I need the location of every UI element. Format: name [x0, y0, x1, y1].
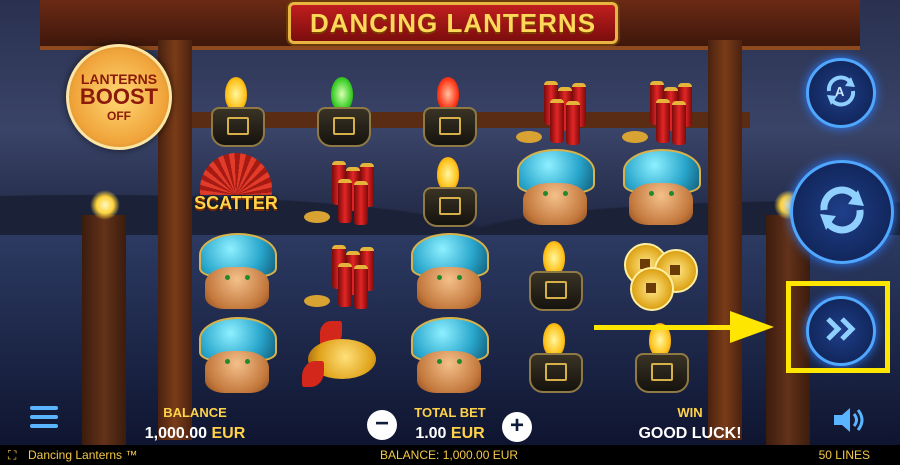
post-light-left [90, 190, 120, 220]
symbol-scatter-fan: SCATTER [186, 148, 286, 228]
boost-line-2: BOOST [79, 84, 159, 109]
balance-label: BALANCE [163, 405, 227, 420]
spin-button[interactable] [790, 160, 894, 264]
win-label: WIN [677, 405, 703, 420]
speaker-icon [832, 408, 868, 439]
symbol-firecracker [292, 234, 392, 314]
symbol-firecracker [292, 150, 392, 230]
win-message: GOOD LUCK! [638, 425, 742, 442]
status-bar: ⛶ Dancing Lanterns ™ BALANCE: 1,000.00 E… [0, 445, 900, 465]
balance-display: 1,000.00 EUR [120, 425, 270, 443]
fullscreen-icon[interactable]: ⛶ [8, 445, 16, 465]
balance-value: 1,000.00 [144, 425, 208, 442]
pointer-arrow-shaft [594, 325, 734, 330]
symbol-turtle [186, 232, 286, 312]
symbol-lantern-yellow [186, 72, 286, 152]
symbol-lantern-yellow [398, 152, 498, 232]
status-balance: BALANCE: 1,000.00 EUR [380, 448, 519, 462]
gate-pillar-right [708, 40, 742, 440]
symbol-turtle [610, 148, 710, 228]
symbol-lantern-yellow [610, 318, 710, 398]
total-bet-currency: EUR [450, 425, 485, 442]
svg-text:A: A [835, 84, 845, 99]
turbo-highlight-box [786, 281, 890, 373]
menu-button[interactable] [30, 406, 58, 430]
sound-button[interactable] [832, 405, 868, 435]
boost-line-3: OFF [107, 109, 131, 123]
scatter-label: SCATTER [194, 193, 278, 213]
pointer-arrow-head [730, 311, 774, 343]
menu-icon [30, 406, 58, 428]
dock-post-left [82, 215, 126, 445]
symbol-koi [292, 316, 392, 396]
spin-icon [812, 180, 872, 245]
game-title-banner: DANCING LANTERNS [288, 2, 618, 44]
increase-bet-button[interactable]: + [502, 412, 532, 442]
total-bet-label: TOTAL BET [414, 405, 486, 420]
symbol-lantern-yellow [504, 236, 604, 316]
symbol-turtle [504, 148, 604, 228]
symbol-firecracker [610, 70, 710, 150]
decrease-bet-button[interactable]: − [367, 410, 397, 440]
symbol-firecracker [504, 70, 604, 150]
symbol-coins [610, 232, 710, 312]
symbol-turtle [398, 232, 498, 312]
symbol-lantern-green [292, 72, 392, 152]
autoplay-button[interactable]: A [806, 58, 876, 128]
symbol-lantern-red [398, 72, 498, 152]
symbol-lantern-yellow [504, 318, 604, 398]
total-bet-value: 1.00 [415, 425, 447, 442]
symbol-turtle [186, 316, 286, 396]
lanterns-boost-button[interactable]: LANTERNS BOOST OFF [66, 44, 172, 150]
total-bet-display: 1.00 EUR [395, 425, 505, 443]
game-title: DANCING LANTERNS [309, 8, 597, 38]
status-game-name: Dancing Lanterns ™ [28, 448, 138, 462]
balance-currency: EUR [211, 425, 246, 442]
lines-count: 50 LINES [818, 448, 870, 462]
autoplay-icon: A [821, 71, 861, 116]
symbol-turtle [398, 316, 498, 396]
